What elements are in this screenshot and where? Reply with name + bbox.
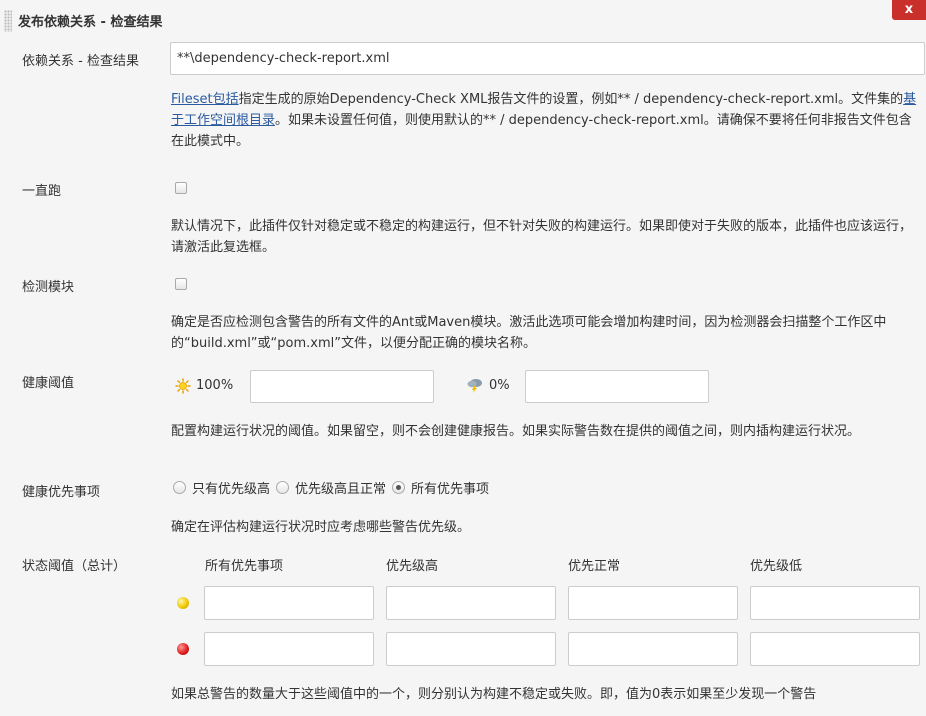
health-priority-help: 确定在评估构建运行状况时应考虑哪些警告优先级。 — [171, 520, 471, 535]
unhealthy-percent: 0% — [489, 378, 510, 393]
failed-normal-input[interactable] — [568, 632, 738, 666]
pattern-help-text-1: 指定生成的原始Dependency-Check XML报告文件的设置，例如** … — [238, 92, 904, 107]
priority-high-only-label[interactable]: 只有优先级高 — [192, 478, 270, 497]
detect-modules-help: 确定是否应检测包含警告的所有文件的Ant或Maven模块。激活此选项可能会增加构… — [171, 315, 887, 351]
drag-handle[interactable] — [4, 10, 12, 32]
priority-high-only-radio[interactable] — [173, 481, 186, 494]
pattern-help: Fileset包括指定生成的原始Dependency-Check XML报告文件… — [171, 89, 921, 152]
failed-all-input[interactable] — [204, 632, 374, 666]
priority-high-normal-radio[interactable] — [276, 481, 290, 494]
failed-low-input[interactable] — [750, 632, 920, 666]
storm-icon — [467, 379, 482, 393]
priority-all-radio[interactable] — [392, 481, 406, 494]
pattern-label: 依赖关系 - 检查结果 — [22, 54, 139, 69]
health-threshold-help: 配置构建运行状况的阈值。如果留空，则不会创建健康报告。如果实际警告数在提供的阈值… — [171, 424, 861, 439]
priority-all-label[interactable]: 所有优先事项 — [411, 478, 489, 497]
fileset-includes-link[interactable]: Fileset包括 — [171, 92, 239, 107]
status-threshold-help: 如果总警告的数量大于这些阈值中的一个，则分别认为构建不稳定或失败。即，值为0表示… — [171, 687, 817, 702]
detect-modules-checkbox[interactable] — [175, 278, 187, 290]
failed-high-input[interactable] — [386, 632, 556, 666]
section-title: 发布依赖关系 - 检查结果 — [18, 15, 163, 30]
pattern-help-text-2: 。如果未设置任何值，则使用默认的** / dependency-check-re… — [171, 113, 912, 149]
detect-modules-label: 检测模块 — [22, 280, 75, 295]
status-threshold-label: 状态阈值（总计） — [22, 559, 127, 574]
health-priority-radio-group: 只有优先级高 优先级高且正常 所有优先事项 — [173, 478, 495, 497]
unstable-all-input[interactable] — [204, 586, 374, 620]
run-always-label: 一直跑 — [22, 184, 62, 199]
column-header-high: 优先级高 — [386, 559, 439, 574]
unstable-low-input[interactable] — [750, 586, 920, 620]
column-header-normal: 优先正常 — [568, 559, 621, 574]
unstable-high-input[interactable] — [386, 586, 556, 620]
unstable-status-icon — [177, 597, 189, 609]
pattern-input[interactable] — [170, 42, 925, 75]
run-always-help: 默认情况下，此插件仅针对稳定或不稳定的构建运行，但不针对失败的构建运行。如果即使… — [171, 219, 913, 255]
priority-high-normal-label[interactable]: 优先级高且正常 — [295, 478, 386, 497]
unstable-normal-input[interactable] — [568, 586, 738, 620]
column-header-all: 所有优先事项 — [205, 559, 284, 574]
sun-icon — [175, 378, 191, 394]
unhealthy-threshold-input[interactable] — [525, 370, 709, 403]
health-threshold-label: 健康阈值 — [22, 376, 75, 391]
health-priority-label: 健康优先事项 — [22, 485, 101, 500]
run-always-checkbox[interactable] — [175, 182, 187, 194]
failed-status-icon — [177, 643, 189, 655]
close-button[interactable]: x — [892, 0, 926, 20]
healthy-percent: 100% — [196, 378, 234, 393]
healthy-threshold-input[interactable] — [250, 370, 434, 403]
column-header-low: 优先级低 — [750, 559, 803, 574]
